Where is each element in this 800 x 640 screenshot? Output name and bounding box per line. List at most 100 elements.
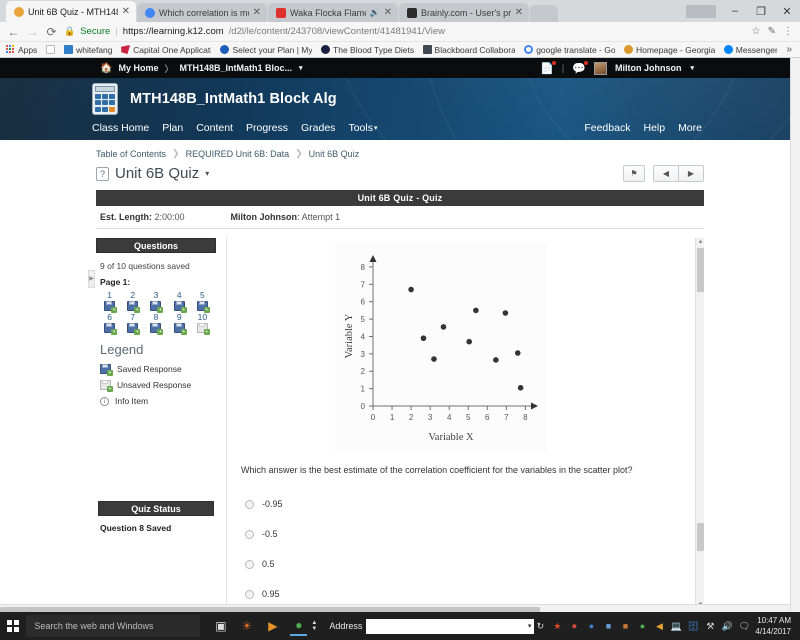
start-button[interactable] (0, 612, 26, 640)
question-scroll-thumb[interactable] (697, 248, 704, 292)
messages-icon[interactable]: 💬 (572, 59, 589, 75)
taskbar-clock[interactable]: 10:47 AM 4/14/2017 (755, 615, 795, 637)
close-button[interactable]: ✕ (774, 0, 800, 22)
question-link-8[interactable]: 8 + (144, 312, 167, 335)
nav-tools[interactable]: Tools▾ (348, 122, 377, 134)
option-row-3[interactable]: 0.5 (245, 549, 704, 579)
nav-grades[interactable]: Grades (301, 122, 335, 134)
user-name[interactable]: Milton Johnson (615, 63, 682, 73)
nav-more[interactable]: More (678, 122, 702, 134)
reload-icon[interactable]: ⟳ (45, 25, 58, 39)
tray-5[interactable]: ■ (619, 620, 631, 632)
question-link-4[interactable]: 4 + (168, 290, 191, 313)
breadcrumb-toc[interactable]: Table of Contents (96, 149, 166, 159)
browser-tab-3[interactable]: Brainly.com - User's prof ✕ (399, 3, 529, 22)
question-link-6[interactable]: 6 + (98, 312, 121, 335)
tray-2[interactable]: ⏺ (568, 620, 580, 632)
app-icon-1[interactable]: ☀ (238, 618, 255, 635)
question-link-9[interactable]: 9 + (168, 312, 191, 335)
nav-class-home[interactable]: Class Home (92, 122, 149, 134)
option-row-1[interactable]: -0.95 (245, 489, 704, 519)
prev-button[interactable]: ◀ (653, 165, 679, 182)
my-home-link[interactable]: My Home (118, 63, 158, 73)
bookmark-item-7[interactable]: google translate - Go (524, 45, 615, 55)
browser-tab-1[interactable]: Which correlation is mos ✕ (137, 3, 267, 22)
radio-option-4[interactable] (245, 589, 254, 599)
taskbar-search-input[interactable]: Search the web and Windows (26, 615, 201, 637)
app-icon-2[interactable]: ▶ (264, 618, 281, 635)
back-icon[interactable]: ← (7, 25, 20, 39)
bookmark-button[interactable]: ⚑ (623, 165, 645, 182)
tab-close-icon[interactable]: ✕ (122, 6, 130, 17)
question-link-3[interactable]: 3 + (144, 290, 167, 313)
nav-feedback[interactable]: Feedback (584, 122, 630, 134)
tray-6[interactable]: ● (636, 620, 648, 632)
question-scrollbar[interactable]: ▲ ▼ (695, 238, 704, 609)
question-link-10[interactable]: 10 + (191, 312, 214, 335)
option-row-2[interactable]: -0.5 (245, 519, 704, 549)
tab-close-icon[interactable]: ✕ (253, 7, 261, 18)
question-scroll-thumb-lower[interactable] (697, 523, 704, 551)
nav-progress[interactable]: Progress (246, 122, 288, 134)
page-scrollbar[interactable] (790, 58, 800, 614)
bookmark-item-1[interactable] (46, 45, 56, 54)
minimize-button[interactable]: – (722, 0, 748, 22)
tray-7[interactable]: ◀ (653, 620, 665, 632)
nav-help[interactable]: Help (643, 122, 665, 134)
browser-tab-0[interactable]: Unit 6B Quiz - MTH148B ✕ (6, 1, 136, 22)
tray-1[interactable]: ★ (551, 620, 563, 632)
tab-close-icon[interactable]: ✕ (515, 7, 523, 18)
collapse-panel-handle[interactable]: ▶ (88, 270, 95, 288)
question-link-1[interactable]: 1 + (98, 290, 121, 313)
user-chevron-down-icon[interactable]: ▾ (690, 64, 694, 72)
nav-content[interactable]: Content (196, 122, 233, 134)
tray-4[interactable]: ■ (602, 620, 614, 632)
maximize-button[interactable]: ❐ (748, 0, 774, 22)
tray-refresh-icon[interactable]: ↻ (534, 620, 546, 632)
bookmark-item-5[interactable]: The Blood Type Diets (321, 45, 414, 55)
bookmark-item-9[interactable]: Messenger (723, 45, 777, 55)
bookmark-item-4[interactable]: Select your Plan | My (220, 45, 312, 55)
question-link-2[interactable]: 2 + (121, 290, 144, 313)
bookmark-item-6[interactable]: Blackboard Collabora (422, 45, 515, 55)
tab-mute-icon[interactable]: 🔊 (370, 8, 380, 17)
bookmarks-overflow-icon[interactable]: » (786, 44, 794, 55)
avatar[interactable] (593, 61, 607, 75)
new-tab-button[interactable] (530, 5, 558, 22)
chrome-icon[interactable]: ● (290, 616, 308, 636)
question-link-5[interactable]: 5 + (191, 290, 214, 313)
chevron-down-icon[interactable]: ▾ (299, 64, 303, 72)
bookmark-apps[interactable]: Apps (6, 45, 37, 55)
next-button[interactable]: ▶ (678, 165, 704, 182)
scroll-up-arrow-icon[interactable]: ▲ (697, 238, 704, 246)
volume-icon[interactable]: 🔊 (721, 620, 733, 632)
tray-8[interactable]: 💻 (670, 620, 682, 632)
address-bar[interactable]: 🔒 Secure | https://learning.k12.com/d2l/… (64, 26, 746, 37)
bookmark-star-icon[interactable]: ☆ (752, 26, 761, 37)
course-selector[interactable]: MTH148B_IntMath1 Bloc... (179, 63, 292, 73)
tray-10[interactable]: ⚒ (704, 620, 716, 632)
notifications-icon[interactable]: 🗨 (738, 620, 750, 632)
nav-plan[interactable]: Plan (162, 122, 183, 134)
task-view-icon[interactable]: ▣ (212, 618, 229, 635)
tray-3[interactable]: ● (585, 620, 597, 632)
browser-menu-icon[interactable]: ⋮ (783, 26, 793, 37)
alerts-icon[interactable]: 📄 (540, 59, 557, 75)
tray-9[interactable]: 🗄 (687, 620, 699, 632)
pencil-icon[interactable]: ✎ (768, 26, 776, 37)
radio-option-3[interactable] (245, 559, 254, 569)
page-title-chevron-down-icon[interactable]: ▾ (205, 169, 209, 178)
radio-option-1[interactable] (245, 499, 254, 509)
radio-option-2[interactable] (245, 529, 254, 539)
browser-tab-2[interactable]: Waka Flocka Flame - 🔊 ✕ (268, 3, 398, 22)
bookmark-item-2[interactable]: whitefang (64, 45, 112, 55)
breadcrumb-unit[interactable]: REQUIRED Unit 6B: Data (186, 149, 290, 159)
question-link-7[interactable]: 7 + (121, 312, 144, 335)
address-input[interactable]: ▾ (366, 618, 535, 634)
bookmark-item-8[interactable]: Homepage - Georgia (623, 45, 715, 55)
tab-close-icon[interactable]: ✕ (384, 7, 392, 18)
bookmark-item-3[interactable]: Capital One Applicati (121, 45, 211, 55)
breadcrumb-quiz[interactable]: Unit 6B Quiz (309, 149, 360, 159)
taskbar-spinner-icon[interactable]: ▲ ▼ (311, 620, 317, 632)
forward-icon[interactable]: → (26, 25, 39, 39)
